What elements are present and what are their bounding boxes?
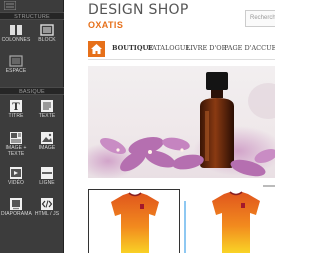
shop-subtitle: OXATIS xyxy=(88,20,124,30)
nav-item-livre-dor[interactable]: LIVRE D'OR xyxy=(186,44,227,52)
home-button[interactable] xyxy=(88,41,105,57)
nav-item-catalogue[interactable]: CATALOGUE xyxy=(147,44,190,52)
line-icon xyxy=(41,167,53,179)
code-icon xyxy=(41,198,53,210)
tool-label: LIGNE xyxy=(39,180,55,186)
nav-divider xyxy=(88,59,275,60)
tool-text[interactable]: TEXTE xyxy=(32,100,62,126)
section-header-structure: STRUCTURE xyxy=(0,12,64,20)
main-nav: BOUTIQUE CATALOGUE LIVRE D'OR PAGE D'ACC… xyxy=(88,41,275,57)
tool-title[interactable]: T TITRE xyxy=(1,100,31,126)
tool-label: DIAPORAMA xyxy=(1,211,32,217)
product-jersey-image xyxy=(111,192,159,253)
section-header-basique: BASIQUE xyxy=(0,87,64,95)
tool-label: ESPACE xyxy=(5,68,27,74)
tool-space[interactable]: ESPACE xyxy=(1,55,31,81)
video-icon xyxy=(10,167,22,179)
tool-slideshow[interactable]: DIAPORAMA xyxy=(1,198,32,224)
hero-banner-image[interactable] xyxy=(88,66,275,178)
image-icon xyxy=(41,132,53,144)
slideshow-icon xyxy=(10,198,22,210)
panel-grip-icon[interactable] xyxy=(4,1,16,10)
banner-scene xyxy=(88,72,275,178)
image-text-icon xyxy=(10,132,22,144)
site-preview: DESIGN SHOP OXATIS Recherche BOUTIQUE CA… xyxy=(64,0,275,253)
shop-title: DESIGN SHOP xyxy=(88,2,189,18)
tool-image[interactable]: IMAGE xyxy=(32,132,62,158)
tool-label: TITRE xyxy=(8,113,24,119)
tool-block[interactable]: BLOCK xyxy=(32,24,62,50)
product-jersey-image xyxy=(212,191,260,253)
section-divider xyxy=(263,185,275,187)
tool-video[interactable]: VIDÉO xyxy=(1,167,31,193)
tool-columns[interactable]: COLONNES xyxy=(1,24,31,50)
search-input[interactable]: Recherche xyxy=(245,10,275,27)
product-card-selected[interactable] xyxy=(88,189,180,253)
tool-label: IMAGE xyxy=(38,145,56,151)
tool-label: IMAGE + TEXTE xyxy=(5,145,27,157)
space-icon xyxy=(9,55,23,67)
block-icon xyxy=(40,24,54,36)
svg-text:T: T xyxy=(12,102,20,112)
tool-html-js[interactable]: HTML / JS xyxy=(32,198,62,224)
tool-label: HTML / JS xyxy=(34,211,60,217)
product-card[interactable] xyxy=(194,189,275,253)
tool-image-text[interactable]: IMAGE + TEXTE xyxy=(1,132,31,162)
columns-icon xyxy=(10,25,22,35)
tool-label: TEXTE xyxy=(38,113,56,119)
builder-panel: STRUCTURE COLONNES BLOCK ESPACE BASIQUE … xyxy=(0,0,64,253)
tool-line[interactable]: LIGNE xyxy=(32,167,62,193)
tool-label: BLOCK xyxy=(38,37,56,43)
home-icon xyxy=(91,44,102,54)
tool-label: VIDÉO xyxy=(7,180,25,186)
nav-item-page-accueil[interactable]: PAGE D'ACCUEIL xyxy=(224,44,275,52)
tool-label: COLONNES xyxy=(1,37,31,43)
drop-indicator xyxy=(184,201,186,253)
title-icon: T xyxy=(10,100,22,112)
text-icon xyxy=(41,100,53,112)
